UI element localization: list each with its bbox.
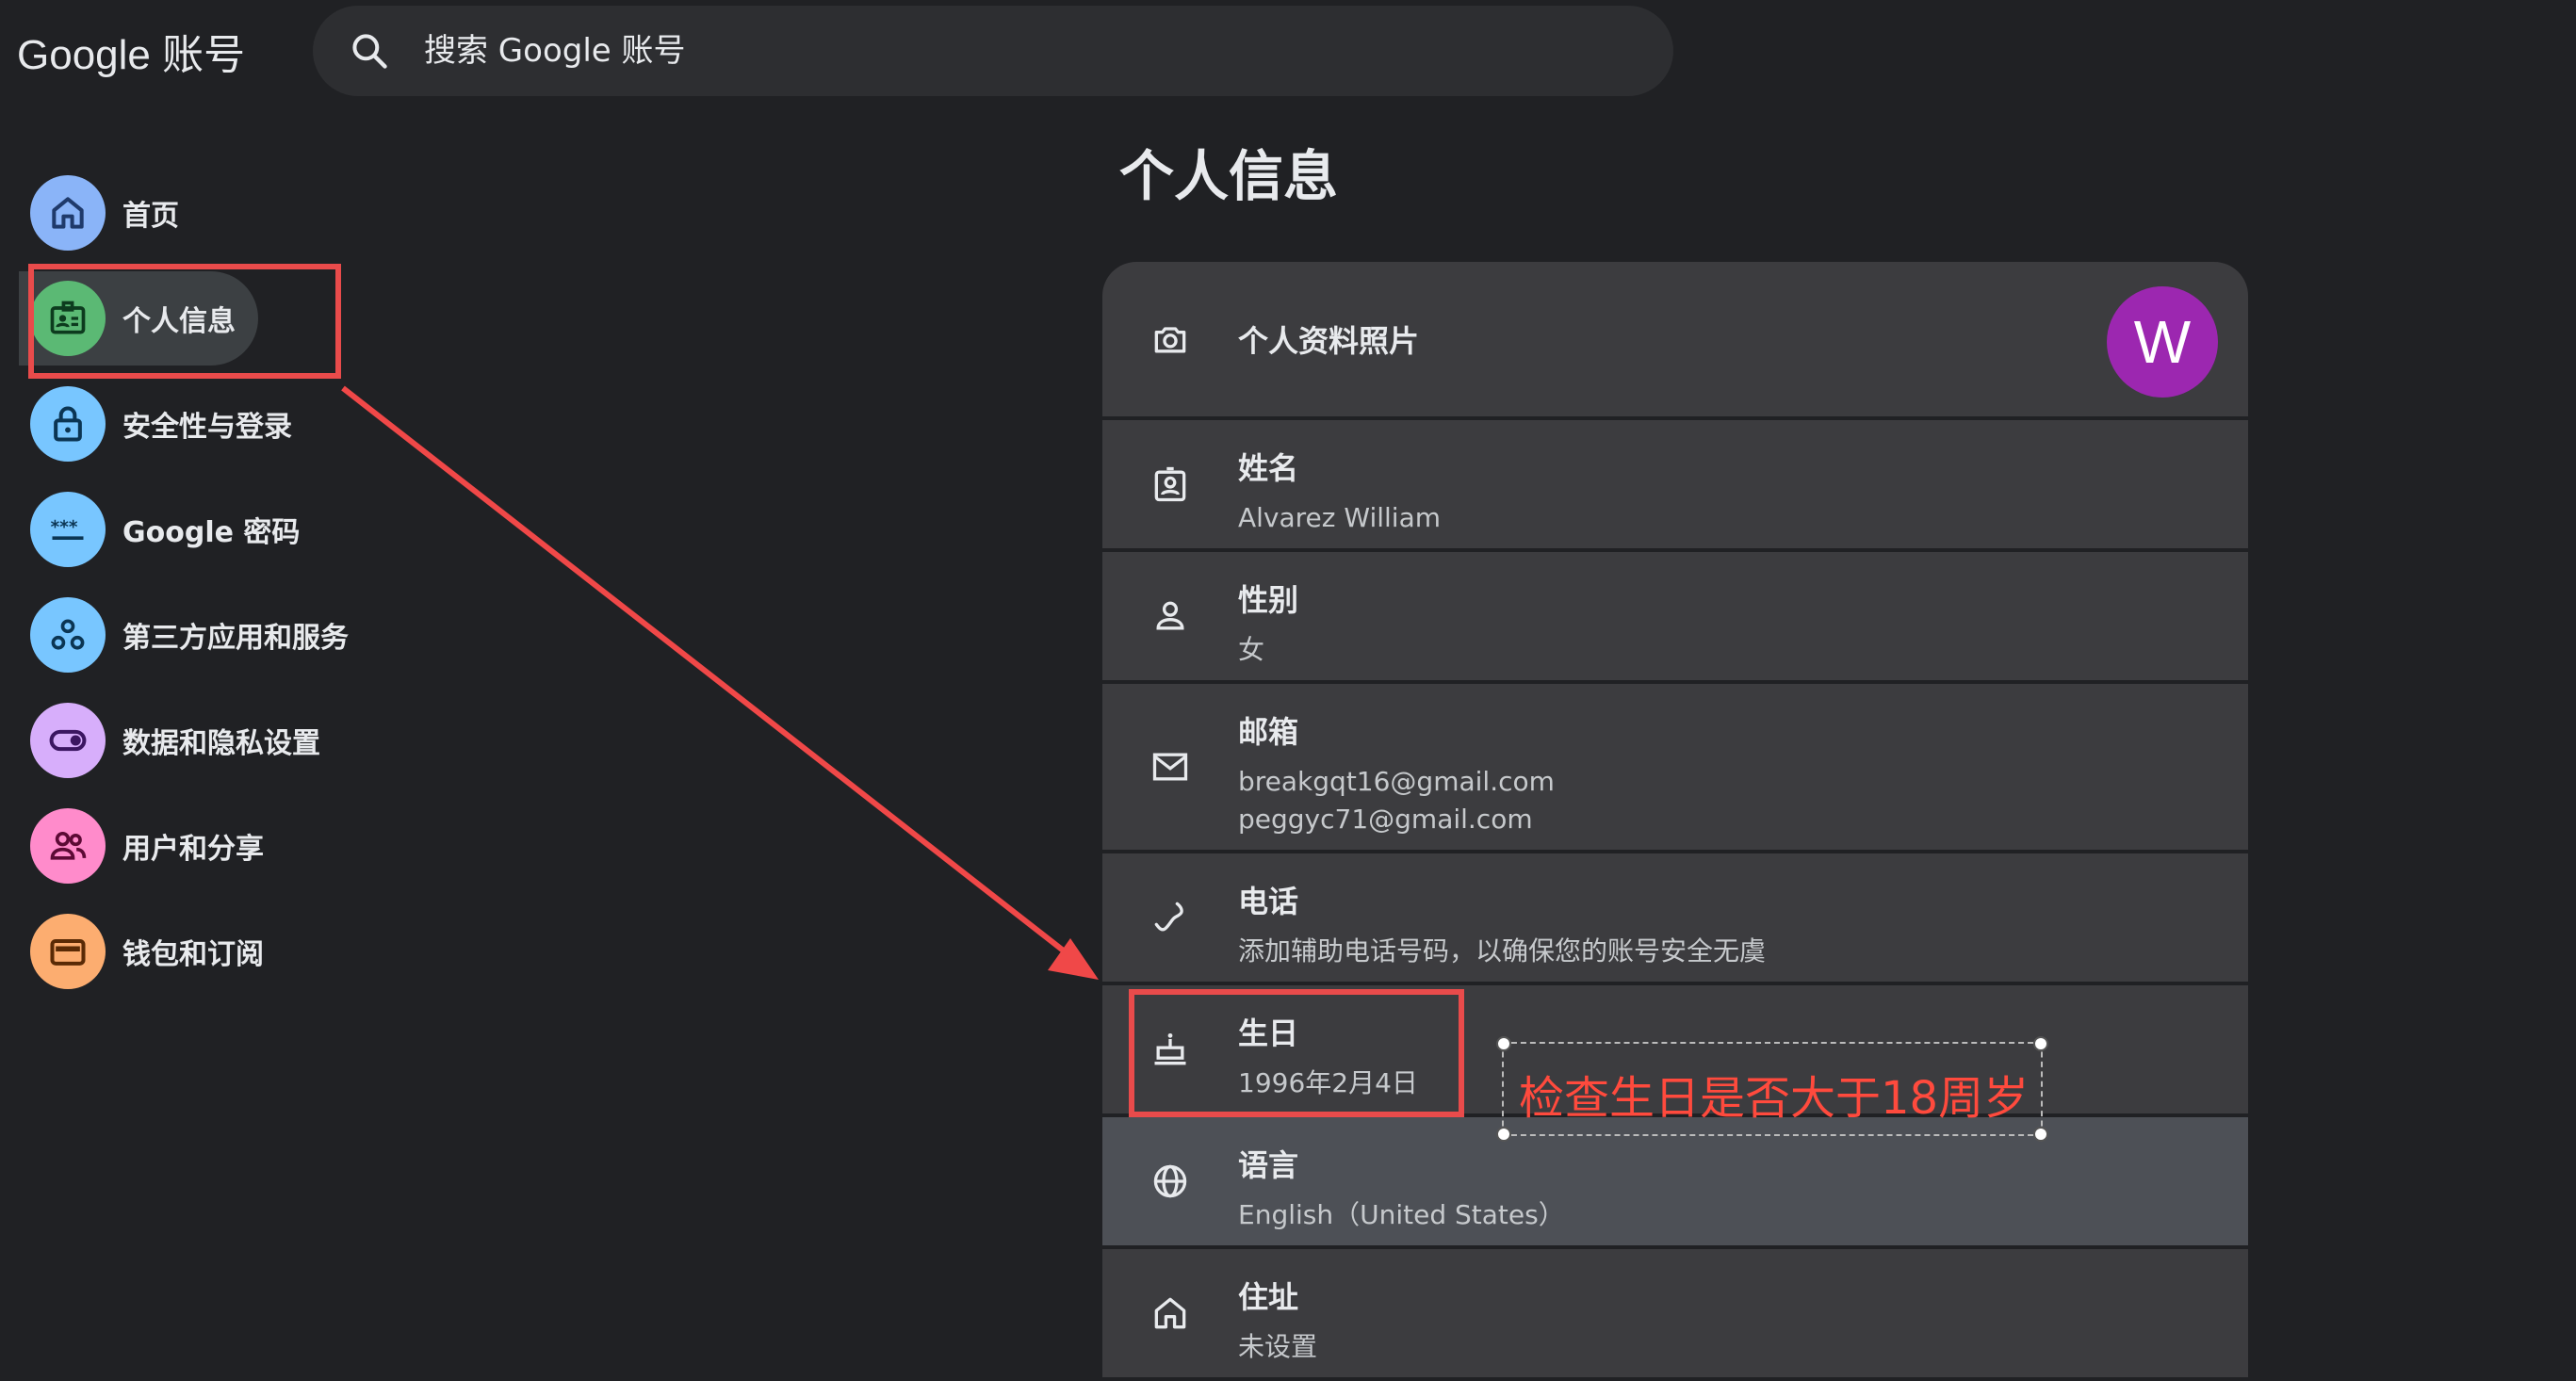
annotation-note-text: 检查生日是否大于18周岁 [1519,1072,2030,1125]
annotation-arrow [341,385,1099,980]
